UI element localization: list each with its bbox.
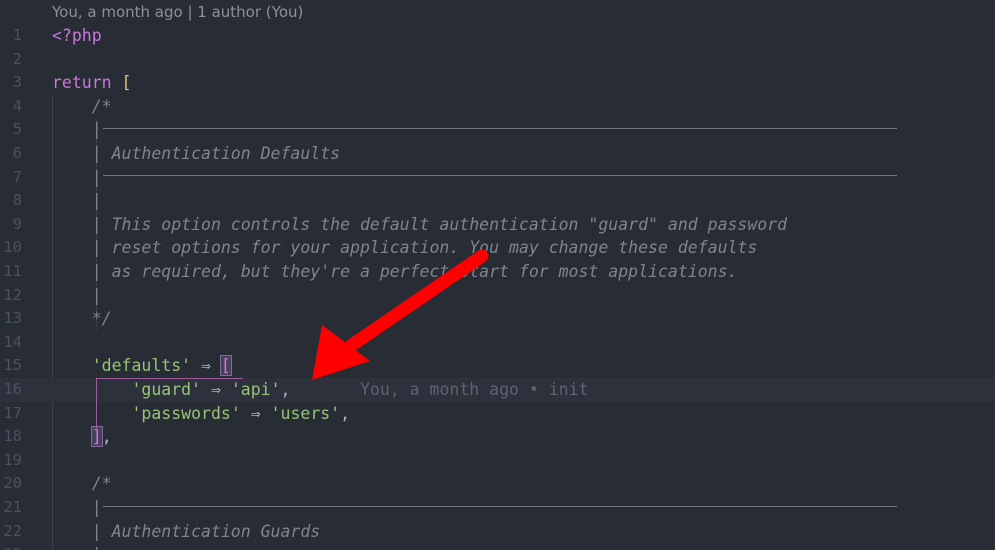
code-line-15[interactable]: 15 'defaults' ⇒ [ — [0, 354, 995, 378]
code-line-20[interactable]: 20 /* — [0, 472, 995, 496]
code-text: | Authentication Defaults — [52, 144, 341, 163]
code-line-4[interactable]: 4 /* — [0, 95, 995, 119]
code-text: | — [52, 120, 102, 140]
code-text: | — [52, 167, 102, 187]
code-line-11[interactable]: 11 | as required, but they're a perfect … — [0, 260, 995, 284]
line-number: 19 — [3, 450, 22, 469]
code-text: | This option controls the default authe… — [52, 214, 788, 234]
comment-rule — [103, 506, 897, 507]
line-number: 3 — [12, 73, 22, 92]
comment-rule — [103, 128, 897, 129]
code-text: /* — [52, 96, 112, 116]
comment-rule — [103, 175, 897, 176]
code-line-19[interactable]: 19 — [0, 449, 995, 473]
code-text: | — [52, 498, 102, 517]
line-number: 16 — [3, 380, 22, 398]
code-line-9[interactable]: 9 | This option controls the default aut… — [0, 213, 995, 237]
bracket-scope — [96, 378, 243, 431]
code-line-8[interactable]: 8 | — [0, 189, 995, 213]
line-number: 10 — [3, 238, 22, 257]
code-line-13[interactable]: 13 */ — [0, 307, 995, 331]
code-text: return [ — [52, 73, 132, 93]
code-text: | Authentication Guards — [52, 521, 321, 541]
code-line-6[interactable]: 6 | Authentication Defaults — [0, 142, 995, 166]
line-number: 11 — [3, 262, 22, 280]
line-number: 18 — [3, 427, 22, 446]
line-number: 15 — [3, 356, 22, 375]
line-number: 6 — [12, 144, 22, 162]
line-number: 7 — [12, 167, 22, 186]
line-number: 9 — [12, 214, 22, 233]
code-editor[interactable]: You, a month ago | 1 author (You) 1 <?ph… — [0, 0, 995, 550]
code-line-10[interactable]: 10 | reset options for your application.… — [0, 236, 995, 260]
line-number: 22 — [3, 521, 22, 540]
code-text: | — [52, 191, 102, 211]
line-number: 12 — [3, 285, 22, 304]
line-number: 1 — [12, 26, 22, 44]
code-line-21[interactable]: 21 | — [0, 496, 995, 520]
line-number: 5 — [12, 120, 22, 139]
line-number: 21 — [3, 498, 22, 516]
code-text: | as required, but they're a perfect sta… — [52, 262, 738, 281]
code-text: | reset options for your application. Yo… — [52, 238, 758, 258]
inline-blame: You, a month ago • init — [360, 380, 589, 399]
code-text: /* — [52, 474, 112, 494]
code-line-12[interactable]: 12 | — [0, 284, 995, 308]
code-text: | — [52, 543, 102, 550]
code-line-5[interactable]: 5 | — [0, 118, 995, 142]
line-number: 4 — [12, 96, 22, 115]
code-line-23[interactable]: 23 | — [0, 543, 995, 550]
line-number: 13 — [3, 309, 22, 328]
line-number: 14 — [3, 332, 22, 351]
line-number: 20 — [3, 474, 22, 493]
code-line-14[interactable]: 14 — [0, 331, 995, 355]
code-line-7[interactable]: 7 | — [0, 166, 995, 190]
code-text: | — [52, 285, 102, 305]
line-number: 8 — [12, 191, 22, 210]
line-number: 2 — [12, 49, 22, 68]
code-line-2[interactable]: 2 — [0, 48, 995, 72]
code-text: 'defaults' ⇒ [ — [91, 355, 232, 377]
line-number: 23 — [0, 543, 22, 550]
code-line-1[interactable]: 1 <?php — [0, 24, 995, 48]
code-text: */ — [52, 309, 112, 329]
codelens-author[interactable]: You, a month ago | 1 author (You) — [52, 3, 303, 23]
code-text: <?php — [52, 26, 102, 45]
code-line-22[interactable]: 22 | Authentication Guards — [0, 520, 995, 544]
line-number: 17 — [3, 403, 22, 422]
code-line-3[interactable]: 3 return [ — [0, 71, 995, 95]
